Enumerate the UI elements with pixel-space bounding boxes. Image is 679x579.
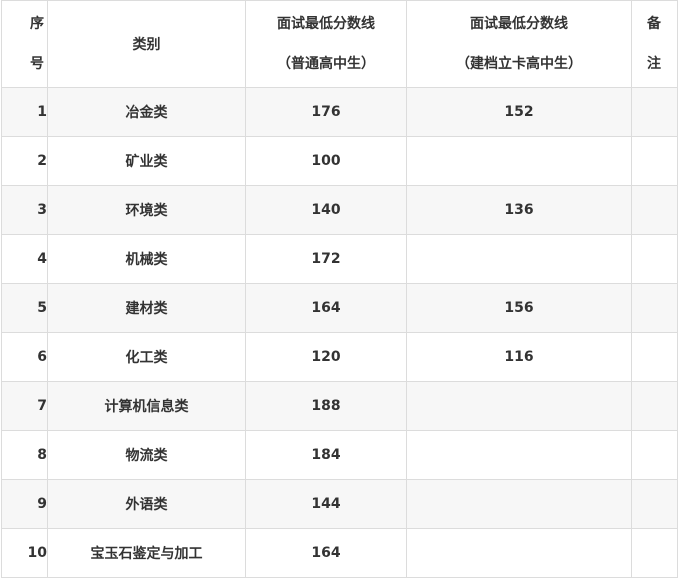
cell-category: 外语类 (47, 479, 246, 529)
header-row: 序 号 类别 面试最低分数线 （普通高中生） 面试最低分数线 （建档立卡高中生）… (1, 0, 678, 88)
header-serial-line2: 号 (30, 56, 44, 72)
cell-score-poor (406, 136, 632, 186)
cell-score-regular: 184 (245, 430, 407, 480)
table-row: 4 机械类 172 (1, 234, 678, 284)
cell-score-poor: 152 (406, 87, 632, 137)
header-serial-line1: 序 (30, 16, 44, 32)
cell-category: 宝玉石鉴定与加工 (47, 528, 246, 578)
cell-score-regular: 120 (245, 332, 407, 382)
cell-serial-number: 1 (1, 87, 48, 137)
table-row: 8 物流类 184 (1, 430, 678, 480)
table-row: 1 冶金类 176 152 (1, 87, 678, 137)
cell-category: 物流类 (47, 430, 246, 480)
table-header: 序 号 类别 面试最低分数线 （普通高中生） 面试最低分数线 （建档立卡高中生）… (1, 0, 678, 88)
table-row: 2 矿业类 100 (1, 136, 678, 186)
cell-serial-number: 5 (1, 283, 48, 333)
header-remark: 备 注 (631, 0, 678, 88)
table-row: 5 建材类 164 156 (1, 283, 678, 333)
cell-score-poor (406, 430, 632, 480)
table-row: 10 宝玉石鉴定与加工 164 (1, 528, 678, 578)
header-remark-line1: 备 (647, 16, 661, 32)
cell-category: 化工类 (47, 332, 246, 382)
cell-serial-number: 9 (1, 479, 48, 529)
cell-serial-number: 8 (1, 430, 48, 480)
cell-score-poor (406, 479, 632, 529)
cell-score-regular: 164 (245, 528, 407, 578)
cell-score-regular: 164 (245, 283, 407, 333)
cell-score-poor (406, 381, 632, 431)
header-score-poor-line1: 面试最低分数线 (470, 16, 568, 32)
cell-score-regular: 100 (245, 136, 407, 186)
cell-score-poor: 116 (406, 332, 632, 382)
header-remark-line2: 注 (647, 56, 661, 72)
header-score-regular-line1: 面试最低分数线 (277, 16, 375, 32)
cell-serial-number: 6 (1, 332, 48, 382)
cell-score-regular: 176 (245, 87, 407, 137)
cell-score-regular: 140 (245, 185, 407, 235)
cell-score-poor (406, 528, 632, 578)
table-row: 9 外语类 144 (1, 479, 678, 529)
cell-score-poor: 156 (406, 283, 632, 333)
score-table: 序 号 类别 面试最低分数线 （普通高中生） 面试最低分数线 （建档立卡高中生）… (1, 0, 678, 578)
cell-category: 环境类 (47, 185, 246, 235)
cell-remark (631, 381, 678, 431)
cell-category: 建材类 (47, 283, 246, 333)
cell-serial-number: 7 (1, 381, 48, 431)
cell-remark (631, 185, 678, 235)
cell-score-poor (406, 234, 632, 284)
cell-score-poor: 136 (406, 185, 632, 235)
table-row: 3 环境类 140 136 (1, 185, 678, 235)
table-body: 1 冶金类 176 152 2 矿业类 100 3 环境类 140 136 4 … (1, 87, 678, 578)
header-score-regular: 面试最低分数线 （普通高中生） (245, 0, 407, 88)
cell-score-regular: 172 (245, 234, 407, 284)
cell-remark (631, 136, 678, 186)
header-score-poor-line2: （建档立卡高中生） (456, 56, 582, 72)
cell-category: 冶金类 (47, 87, 246, 137)
cell-serial-number: 10 (1, 528, 48, 578)
cell-serial-number: 4 (1, 234, 48, 284)
table-row: 7 计算机信息类 188 (1, 381, 678, 431)
table-row: 6 化工类 120 116 (1, 332, 678, 382)
header-category: 类别 (47, 0, 246, 88)
cell-remark (631, 430, 678, 480)
cell-remark (631, 87, 678, 137)
cell-category: 机械类 (47, 234, 246, 284)
cell-remark (631, 479, 678, 529)
cell-category: 矿业类 (47, 136, 246, 186)
cell-category: 计算机信息类 (47, 381, 246, 431)
cell-remark (631, 283, 678, 333)
header-serial-number: 序 号 (1, 0, 48, 88)
cell-remark (631, 234, 678, 284)
cell-serial-number: 2 (1, 136, 48, 186)
header-score-regular-line2: （普通高中生） (277, 56, 375, 72)
cell-serial-number: 3 (1, 185, 48, 235)
cell-score-regular: 144 (245, 479, 407, 529)
cell-score-regular: 188 (245, 381, 407, 431)
cell-remark (631, 528, 678, 578)
cell-remark (631, 332, 678, 382)
header-score-poor: 面试最低分数线 （建档立卡高中生） (406, 0, 632, 88)
